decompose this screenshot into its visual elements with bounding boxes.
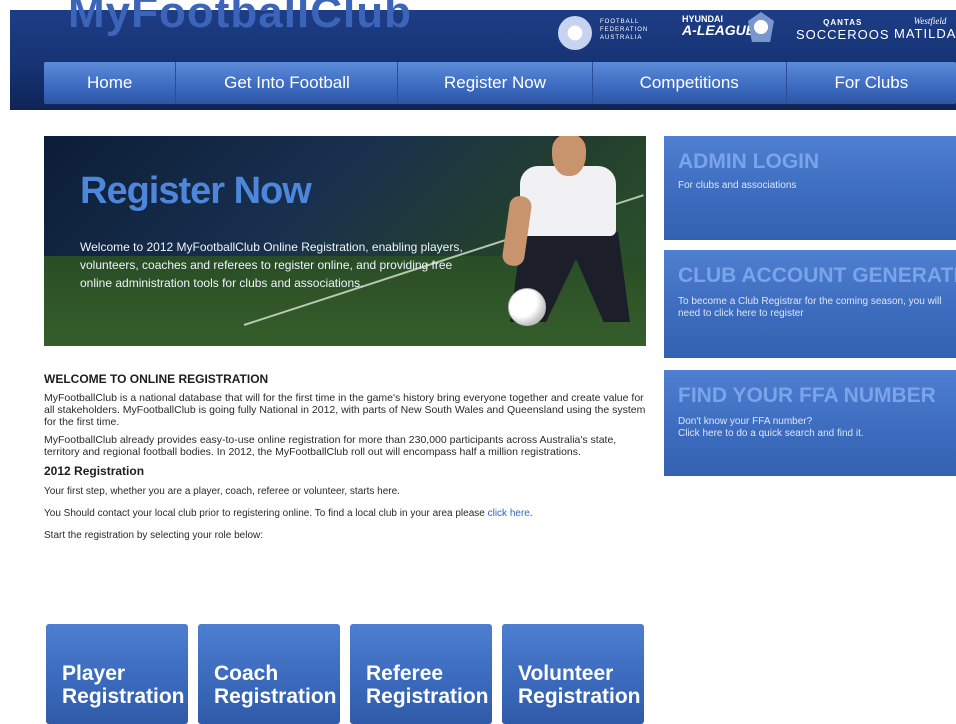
socceroos-logo[interactable]: QANTAS SOCCEROOS xyxy=(796,18,890,42)
coach-registration-button[interactable]: Coach Registration xyxy=(198,624,340,724)
select-role-text: Start the registration by selecting your… xyxy=(44,530,263,541)
club-account-text: To become a Club Registrar for the comin… xyxy=(678,296,942,319)
hero-text: Welcome to 2012 MyFootballClub Online Re… xyxy=(80,240,463,290)
hero-title: Register Now xyxy=(80,170,312,212)
referee-registration-label: Referee Registration xyxy=(366,662,489,708)
site-logo[interactable]: MyFootballClub xyxy=(68,0,412,38)
nav-item-get-into-football[interactable]: Get Into Football xyxy=(176,62,399,104)
aleague-logo[interactable]: HYUNDAI A-LEAGUE xyxy=(682,12,774,42)
player-registration-label: Player Registration xyxy=(62,662,185,708)
socceroos-text: SOCCEROOS xyxy=(796,27,890,42)
club-account-title: CLUB ACCOUNT GENERATION xyxy=(678,264,956,287)
volunteer-registration-label: Volunteer Registration xyxy=(518,662,641,708)
aleague-logo-text: HYUNDAI A-LEAGUE xyxy=(682,14,756,38)
find-ffa-title: FIND YOUR FFA NUMBER xyxy=(678,384,936,407)
player-shirt xyxy=(520,166,616,236)
role-selector: Player Registration Coach Registration Ref… xyxy=(46,624,646,724)
player-image xyxy=(500,136,640,346)
admin-login-title: ADMIN LOGIN xyxy=(678,150,820,173)
nav-item-home[interactable]: Home xyxy=(44,62,177,104)
hero-banner: Register Now Welcome to 2012 MyFootballC… xyxy=(44,136,646,346)
matildas-logo[interactable]: Westfield MATILDAS xyxy=(894,16,956,41)
nav-item-register-now[interactable]: Register Now xyxy=(398,62,593,104)
football-icon xyxy=(508,288,546,326)
find-club-link[interactable]: click here xyxy=(488,508,530,519)
contact-club-text: You Should contact your local club prior… xyxy=(44,508,533,519)
ffa-logo-text: FOOTBALL FEDERATION AUSTRALIA xyxy=(600,19,649,41)
westfield-sponsor-text: Westfield xyxy=(913,16,947,26)
matildas-text: MATILDAS xyxy=(894,26,956,41)
main-content: WELCOME TO ONLINE REGISTRATION MyFootbal… xyxy=(44,372,648,552)
find-ffa-number-box[interactable]: FIND YOUR FFA NUMBER Don't know your FFA… xyxy=(664,370,956,476)
nav-item-for-clubs[interactable]: For Clubs xyxy=(787,62,956,104)
first-step-text: Your first step, whether you are a playe… xyxy=(44,486,400,497)
admin-login-text: For clubs and associations xyxy=(678,180,797,191)
volunteer-registration-button[interactable]: Volunteer Registration xyxy=(502,624,644,724)
admin-login-box[interactable]: ADMIN LOGIN For clubs and associations xyxy=(664,136,956,240)
intro-paragraph: MyFootballClub is a national database th… xyxy=(44,392,646,428)
player-registration-button[interactable]: Player Registration xyxy=(46,624,188,724)
participants-paragraph: MyFootballClub already provides easy-to-… xyxy=(44,434,617,458)
club-account-box[interactable]: CLUB ACCOUNT GENERATION To become a Club… xyxy=(664,250,956,358)
find-ffa-text-2: Click here to do a quick search and find… xyxy=(678,428,864,439)
nav-item-competitions[interactable]: Competitions xyxy=(593,62,787,104)
qantas-sponsor-text: QANTAS xyxy=(823,18,863,27)
find-ffa-text-1: Don't know your FFA number? xyxy=(678,416,813,427)
player-head xyxy=(552,136,586,176)
welcome-heading: WELCOME TO ONLINE REGISTRATION xyxy=(44,372,269,386)
referee-registration-button[interactable]: Referee Registration xyxy=(350,624,492,724)
coach-registration-label: Coach Registration xyxy=(214,662,337,708)
ffa-emblem-icon xyxy=(558,16,592,50)
registration-subheading: 2012 Registration xyxy=(44,464,145,478)
main-nav: Home Get Into Football Register Now Comp… xyxy=(44,62,956,104)
